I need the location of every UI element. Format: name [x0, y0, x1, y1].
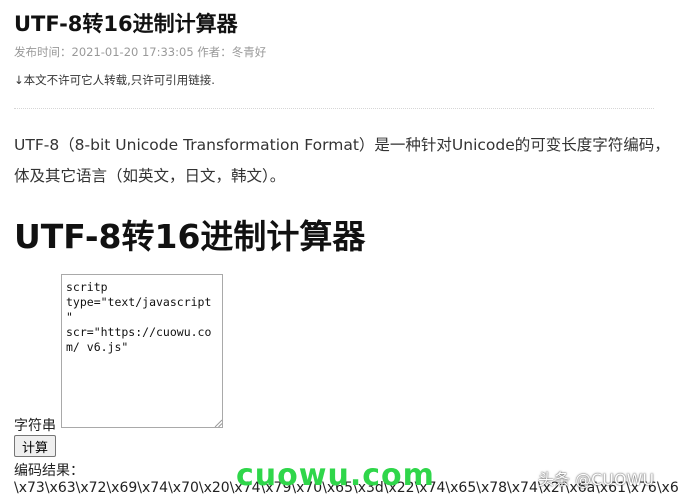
string-input[interactable]: scritp type="text/javascript" scr="https…: [61, 274, 223, 428]
intro-line-1: UTF-8（8-bit Unicode Transformation Forma…: [14, 136, 670, 154]
divider: [14, 108, 654, 109]
calculate-button[interactable]: 计算: [14, 435, 56, 457]
intro-line-2: 体及其它语言（如英文，日文，韩文）。: [14, 167, 286, 185]
calculator-heading: UTF-8转16进制计算器: [14, 217, 366, 256]
string-input-label: 字符串: [14, 418, 56, 434]
intro-paragraph: UTF-8（8-bit Unicode Transformation Forma…: [14, 130, 678, 192]
site-watermark: cuowu.com: [236, 458, 435, 493]
result-label: 编码结果：: [14, 463, 84, 479]
author-watermark: 头条 @CUOWU: [538, 470, 655, 489]
copyright-notice: ↓本文不许可它人转载,只许可引用链接.: [14, 73, 215, 87]
article-title: UTF-8转16进制计算器: [14, 12, 238, 36]
publish-meta: 发布时间：2021-01-20 17:33:05 作者：冬青好: [14, 45, 267, 59]
